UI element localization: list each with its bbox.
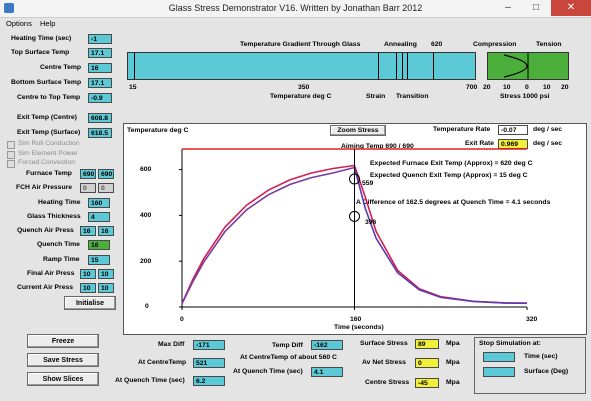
stop-surface-input[interactable]	[483, 367, 515, 377]
stop-time-input[interactable]	[483, 352, 515, 362]
stop-surface-label: Surface (Deg)	[524, 368, 569, 375]
at-quench-time-label: At Quench Time (sec)	[115, 377, 185, 384]
surface-stress-label: Surface Stress	[360, 340, 408, 347]
temperature-series-5	[353, 167, 528, 305]
marker-label-559: 559	[362, 180, 374, 187]
max-diff-label: Max Diff	[158, 341, 185, 348]
at-quench-time-2-label: At Quench Time (sec)	[233, 368, 303, 375]
temperature-series-4	[353, 165, 528, 304]
centre-stress-unit: Mpa	[446, 379, 460, 386]
at-quench-time-value: 6.2	[193, 376, 225, 386]
at-centre-about-label: At CentreTemp of about 560 C	[240, 354, 337, 361]
stop-simulation-label: Stop Simulation at:	[479, 340, 541, 347]
av-net-stress-value: 0	[415, 358, 439, 368]
at-centre-temp-label: At CentreTemp	[138, 359, 187, 366]
marker-label-396: 396	[365, 219, 377, 226]
surface-stress-value: 89	[415, 339, 439, 349]
surface-stress-unit: Mpa	[446, 340, 460, 347]
av-net-stress-label: Av Net Stress	[362, 359, 406, 366]
temp-diff-value: -162	[311, 340, 343, 350]
at-quench-time-2-value: 4.1	[311, 367, 343, 377]
centre-stress-label: Centre Stress	[365, 379, 410, 386]
temp-diff-label: Temp Diff	[272, 342, 303, 349]
temperature-series-3	[181, 166, 355, 304]
temperature-series-2	[181, 164, 355, 304]
av-net-stress-unit: Mpa	[446, 359, 460, 366]
max-diff-value: -171	[193, 340, 225, 350]
stop-time-label: Time (sec)	[524, 353, 558, 360]
centre-stress-value: -45	[415, 378, 439, 388]
at-centre-temp-value: 521	[193, 358, 225, 368]
